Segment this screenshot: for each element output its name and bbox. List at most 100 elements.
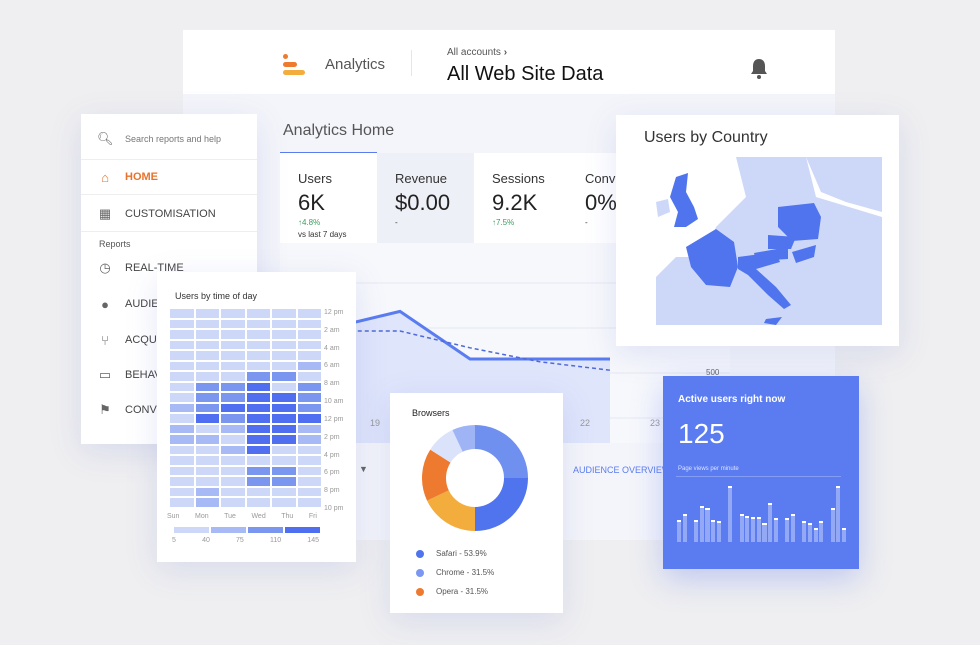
sidebar-item-home[interactable]: ⌂ HOME	[81, 159, 257, 195]
heatmap-cell	[246, 477, 270, 486]
legend-swatch	[174, 527, 209, 533]
heatmap-cell	[272, 498, 296, 507]
kpi-revenue[interactable]: Revenue $0.00 -	[377, 153, 474, 243]
heatmap-cell	[272, 340, 296, 349]
row-label: 10 am	[324, 398, 344, 406]
chevron-right-icon: ›	[503, 47, 508, 58]
heatmap-cell	[246, 361, 270, 370]
heatmap-cell	[170, 361, 194, 370]
heatmap-cell	[297, 393, 321, 402]
heatmap-cell	[221, 319, 245, 328]
page-title: Analytics Home	[283, 122, 395, 139]
search-input[interactable]: Search reports and help	[125, 134, 221, 144]
heatmap-cell	[195, 361, 219, 370]
caret-down-icon[interactable]: ▼	[359, 464, 368, 474]
legend-label: Opera - 31.5%	[436, 587, 489, 596]
bar	[682, 514, 687, 542]
home-icon: ⌂	[101, 169, 109, 185]
view-title[interactable]: All Web Site Data	[447, 63, 603, 86]
bar	[841, 528, 847, 542]
window-icon: ▭	[98, 367, 112, 382]
heatmap-cell	[297, 477, 321, 486]
heatmap-cell	[195, 340, 219, 349]
bar	[785, 518, 790, 542]
heatmap-cell	[246, 445, 270, 454]
heatmap-row	[170, 498, 321, 507]
row-label: 6 pm	[324, 469, 340, 477]
top-header: Analytics All accounts › All Web Site Da…	[183, 30, 835, 94]
heatmap-row	[170, 309, 321, 318]
heatmap-cell	[195, 466, 219, 475]
heatmap-cell	[170, 319, 194, 328]
heatmap-cell	[297, 445, 321, 454]
bar	[836, 486, 841, 542]
browsers-donut	[422, 425, 528, 531]
bar	[745, 515, 750, 542]
heatmap-row	[170, 403, 321, 412]
heatmap-row	[170, 477, 321, 486]
heatmap-cell	[195, 309, 219, 318]
active-users-card: Active users right now 125 Page views pe…	[663, 376, 859, 569]
heatmap-cell	[170, 351, 194, 360]
heatmap-cell	[195, 487, 219, 496]
heatmap-row	[170, 435, 321, 444]
heatmap-cell	[221, 372, 245, 381]
legend-swatch	[248, 527, 283, 533]
heatmap-cell	[246, 319, 270, 328]
heatmap-cell	[170, 330, 194, 339]
bar	[728, 486, 733, 542]
heatmap-cell	[297, 435, 321, 444]
browsers-legend: Safari - 53.9% Chrome - 31.5% Opera - 31.5…	[416, 544, 494, 601]
kpi-value: 9.2K	[492, 190, 538, 215]
heatmap-cell	[221, 424, 245, 433]
heatmap-cell	[272, 414, 296, 423]
breadcrumb[interactable]: All accounts ›	[447, 47, 507, 58]
breadcrumb-all-accounts[interactable]: All accounts	[447, 47, 501, 58]
audience-overview-link[interactable]: AUDIENCE OVERVIEW	[573, 465, 663, 475]
bell-icon[interactable]	[748, 57, 770, 81]
bar	[773, 518, 778, 542]
heatmap-cell	[221, 330, 245, 339]
heatmap-cell	[221, 403, 245, 412]
heatmap-cell	[221, 435, 245, 444]
bar	[790, 514, 795, 542]
heatmap-cell	[221, 414, 245, 423]
heatmap-cell	[246, 372, 270, 381]
legend-item: Opera - 31.5%	[416, 582, 494, 601]
donut-slice	[475, 478, 528, 531]
sidebar-item-customisation[interactable]: ▦ CUSTOMISATION	[81, 196, 257, 232]
heatmap-cell	[221, 456, 245, 465]
legend-swatch	[211, 527, 246, 533]
heatmap-cell	[221, 466, 245, 475]
heatmap-row	[170, 487, 321, 496]
x-tick: 22	[580, 418, 591, 428]
heatmap-cell	[272, 393, 296, 402]
legend-label: 75	[236, 537, 244, 544]
kpi-users[interactable]: Users 6K ↑4.8% vs last 7 days	[280, 153, 377, 243]
heatmap-cell	[297, 361, 321, 370]
row-label: 12 pm	[324, 415, 344, 423]
kpi-label: Revenue	[395, 171, 448, 186]
search-box[interactable]: 🔍︎ Search reports and help	[81, 121, 257, 157]
bar	[716, 520, 721, 542]
heatmap-cell	[246, 414, 270, 423]
legend-dot	[416, 587, 424, 596]
card-title: Users by time of day	[175, 291, 258, 301]
grid-plus-icon: ▦	[98, 205, 112, 221]
heatmap-cell	[246, 466, 270, 475]
bar	[802, 520, 807, 542]
heatmap-cell	[221, 361, 245, 370]
legend-swatch	[285, 527, 320, 533]
heatmap-cell	[272, 477, 296, 486]
heatmap-cell	[246, 403, 270, 412]
legend-label: Chrome - 31.5%	[436, 568, 495, 577]
column-label: Fri	[308, 513, 317, 520]
heatmap-cell	[297, 330, 321, 339]
column-label: Sun	[167, 513, 180, 520]
reports-heading: Reports	[99, 239, 131, 249]
heatmap-cell	[272, 382, 296, 391]
kpi-sessions[interactable]: Sessions 9.2K ↑7.5%	[474, 153, 569, 243]
heatmap-row	[170, 361, 321, 370]
heatmap-cell	[221, 477, 245, 486]
kpi-delta: ↑4.8%	[298, 218, 321, 227]
